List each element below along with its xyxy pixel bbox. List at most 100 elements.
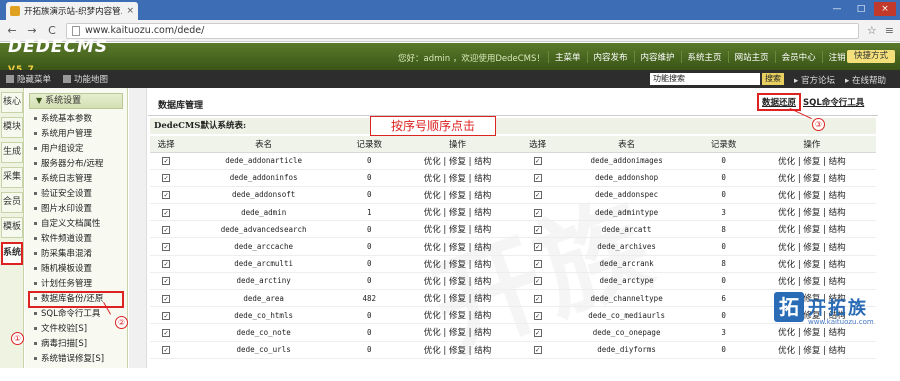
table-actions[interactable]: 优化 | 修复 | 结构 <box>747 341 876 359</box>
tab-collect[interactable]: 采集 <box>1 167 23 188</box>
table-actions[interactable]: 优化 | 修复 | 结构 <box>393 341 522 359</box>
sidebar-item-groups[interactable]: 用户组设定 <box>25 142 127 157</box>
select-checkbox[interactable]: ✓ <box>162 157 171 166</box>
select-checkbox[interactable]: ✓ <box>533 346 542 355</box>
table-actions[interactable]: 优化 | 修复 | 结构 <box>393 255 522 273</box>
table-actions[interactable]: 优化 | 修复 | 结构 <box>747 203 876 222</box>
select-checkbox[interactable]: ✓ <box>162 208 171 217</box>
select-checkbox[interactable]: ✓ <box>162 260 171 269</box>
select-checkbox[interactable]: ✓ <box>162 277 171 286</box>
select-checkbox[interactable]: ✓ <box>533 260 542 269</box>
frame-divider[interactable] <box>129 88 147 368</box>
table-actions[interactable]: 优化 | 修复 | 结构 <box>393 237 522 256</box>
tab-template[interactable]: 模板 <box>1 217 23 238</box>
bullet-icon <box>34 162 37 165</box>
bookmark-star-icon[interactable]: ☆ <box>867 24 877 37</box>
table-actions[interactable]: 优化 | 修复 | 结构 <box>393 306 522 325</box>
select-checkbox[interactable]: ✓ <box>162 294 171 303</box>
back-icon[interactable]: ← <box>6 24 18 37</box>
table-actions[interactable]: 优化 | 修复 | 结构 <box>393 152 522 170</box>
select-checkbox[interactable]: ✓ <box>162 174 171 183</box>
select-checkbox[interactable]: ✓ <box>533 191 542 200</box>
sql-tool-link[interactable]: SQL命令行工具 <box>803 96 864 108</box>
sidebar-item-virus-scan[interactable]: 病毒扫描[S] <box>25 337 127 352</box>
select-checkbox[interactable]: ✓ <box>533 311 542 320</box>
table-actions[interactable]: 优化 | 修复 | 结构 <box>393 203 522 222</box>
sidebar-item-software[interactable]: 软件频道设置 <box>25 232 127 247</box>
sidebar-item-security[interactable]: 验证安全设置 <box>25 187 127 202</box>
minimize-button[interactable]: — <box>826 2 848 16</box>
maximize-button[interactable]: □ <box>850 2 872 16</box>
select-checkbox[interactable]: ✓ <box>162 191 171 200</box>
quick-menu-button[interactable]: 快捷方式 <box>847 50 895 63</box>
nav-main-menu[interactable]: 主菜单 <box>548 51 587 63</box>
select-checkbox[interactable]: ✓ <box>533 277 542 286</box>
sidebar-item-anti-collect[interactable]: 防采集串混淆 <box>25 247 127 262</box>
tab-core[interactable]: 核心 <box>1 92 23 113</box>
select-checkbox[interactable]: ✓ <box>162 346 171 355</box>
select-checkbox[interactable]: ✓ <box>162 225 171 234</box>
tab-generate[interactable]: 生成 <box>1 142 23 163</box>
nav-maintain[interactable]: 内容维护 <box>633 51 681 63</box>
sidebar-item-doc-attrs[interactable]: 自定义文档属性 <box>25 217 127 232</box>
url-input[interactable]: www.kaituozu.com/dede/ <box>66 22 859 39</box>
nav-member-center[interactable]: 会员中心 <box>774 51 822 63</box>
restore-link[interactable]: 数据还原 <box>756 93 802 111</box>
table-actions[interactable]: 优化 | 修复 | 结构 <box>747 152 876 170</box>
sidebar-item-basic-params[interactable]: 系统基本参数 <box>25 112 127 127</box>
select-checkbox[interactable]: ✓ <box>162 311 171 320</box>
select-checkbox[interactable]: ✓ <box>162 328 171 337</box>
sidebar-item-logs[interactable]: 系统日志管理 <box>25 172 127 187</box>
sidebar-heading[interactable]: ▼ 系统设置 <box>29 93 123 109</box>
table-actions[interactable]: 优化 | 修复 | 结构 <box>747 272 876 291</box>
nav-site-home[interactable]: 网站主页 <box>727 51 775 63</box>
feature-map-button[interactable]: 功能地图 <box>57 73 114 85</box>
forum-link[interactable]: ▸ 官方论坛 <box>794 74 835 86</box>
select-checkbox[interactable]: ✓ <box>533 294 542 303</box>
select-checkbox[interactable]: ✓ <box>533 208 542 217</box>
table-actions[interactable]: 优化 | 修复 | 结构 <box>747 186 876 205</box>
sidebar-item-random-template[interactable]: 随机模板设置 <box>25 262 127 277</box>
tab-member[interactable]: 会员 <box>1 192 23 213</box>
tab-close-icon[interactable]: × <box>126 6 134 16</box>
help-link[interactable]: ▸ 在线帮助 <box>845 74 886 86</box>
nav-publish[interactable]: 内容发布 <box>586 51 634 63</box>
search-button[interactable]: 搜索 <box>762 73 784 85</box>
sidebar-item-servers[interactable]: 服务器分布/远程 <box>25 157 127 172</box>
table-actions[interactable]: 优化 | 修复 | 结构 <box>393 186 522 205</box>
sidebar-item-watermark[interactable]: 图片水印设置 <box>25 202 127 217</box>
table-actions[interactable]: 优化 | 修复 | 结构 <box>747 323 876 342</box>
sidebar-item-file-check[interactable]: 文件校验[S] <box>25 322 127 337</box>
sidebar-item-error-repair[interactable]: 系统错误修复[S] <box>25 352 127 367</box>
close-window-button[interactable]: × <box>874 2 896 16</box>
table-actions[interactable]: 优化 | 修复 | 结构 <box>747 255 876 273</box>
sidebar-item-sql-tool[interactable]: SQL命令行工具 <box>25 307 127 322</box>
select-checkbox[interactable]: ✓ <box>162 243 171 252</box>
select-checkbox[interactable]: ✓ <box>533 328 542 337</box>
select-checkbox[interactable]: ✓ <box>533 174 542 183</box>
tab-system[interactable]: 系统 <box>1 242 23 265</box>
select-checkbox[interactable]: ✓ <box>533 243 542 252</box>
sidebar-item-tasks[interactable]: 计划任务管理 <box>25 277 127 292</box>
table-actions[interactable]: 优化 | 修复 | 结构 <box>393 169 522 187</box>
nav-system-home[interactable]: 系统主页 <box>680 51 728 63</box>
sidebar-item-users[interactable]: 系统用户管理 <box>25 127 127 142</box>
browser-tab[interactable]: 开拓族演示站-织梦内容管... × <box>6 2 138 20</box>
table-actions[interactable]: 优化 | 修复 | 结构 <box>393 272 522 291</box>
sidebar-item-db-backup[interactable]: 数据库备份/还原 <box>28 291 124 308</box>
table-actions[interactable]: 优化 | 修复 | 结构 <box>393 289 522 308</box>
reload-icon[interactable]: C <box>46 24 58 37</box>
select-checkbox[interactable]: ✓ <box>533 157 542 166</box>
tab-modules[interactable]: 模块 <box>1 117 23 138</box>
sidebar-item-label: 软件频道设置 <box>41 234 93 244</box>
forward-icon[interactable]: → <box>26 24 38 37</box>
table-actions[interactable]: 优化 | 修复 | 结构 <box>747 169 876 187</box>
hide-menu-button[interactable]: 隐藏菜单 <box>0 73 57 85</box>
table-actions[interactable]: 优化 | 修复 | 结构 <box>393 220 522 239</box>
table-actions[interactable]: 优化 | 修复 | 结构 <box>747 237 876 256</box>
feature-search-input[interactable]: 功能搜索 <box>650 73 760 85</box>
select-checkbox[interactable]: ✓ <box>533 225 542 234</box>
browser-menu-icon[interactable]: ≡ <box>885 24 894 37</box>
table-actions[interactable]: 优化 | 修复 | 结构 <box>393 323 522 342</box>
table-actions[interactable]: 优化 | 修复 | 结构 <box>747 220 876 239</box>
